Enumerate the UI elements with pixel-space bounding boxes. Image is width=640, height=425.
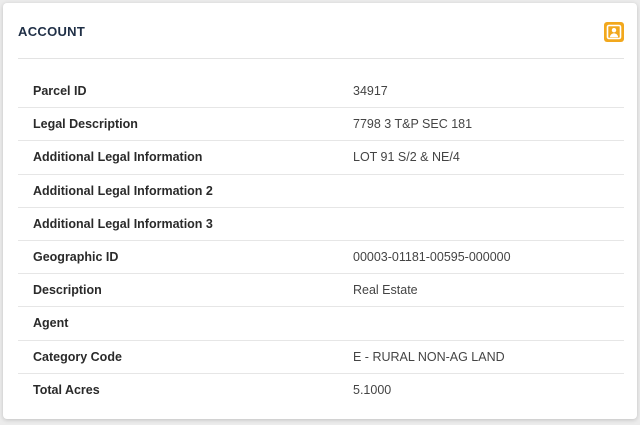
table-row: Agent (18, 307, 624, 341)
row-value: 00003-01181-00595-000000 (353, 249, 511, 264)
row-value: E - RURAL NON-AG LAND (353, 349, 505, 364)
row-label: Additional Legal Information 3 (33, 216, 213, 231)
table-row: Category Code E - RURAL NON-AG LAND (18, 341, 624, 374)
row-label: Category Code (33, 349, 122, 364)
table-row: Additional Legal Information 3 (18, 208, 624, 241)
row-label: Legal Description (33, 117, 138, 132)
row-label: Parcel ID (33, 84, 87, 98)
row-value: LOT 91 S/2 & NE/4 (353, 150, 460, 165)
card-header: ACCOUNT (18, 3, 624, 59)
user-icon[interactable] (604, 22, 624, 42)
table-row: Legal Description 7798 3 T&P SEC 181 (18, 108, 624, 142)
row-label: Total Acres (33, 382, 100, 397)
card-title: ACCOUNT (18, 24, 86, 39)
row-label: Description (33, 283, 102, 298)
row-value: 34917 (353, 84, 388, 98)
table-row: Total Acres 5.1000 (18, 374, 624, 407)
account-details-table: Parcel ID 34917 Legal Description 7798 3… (18, 75, 624, 407)
table-row: Geographic ID 00003-01181-00595-000000 (18, 241, 624, 275)
row-label: Additional Legal Information (33, 150, 203, 165)
row-label: Additional Legal Information 2 (33, 183, 213, 198)
account-card: ACCOUNT Parcel ID 34917 Legal Descriptio… (3, 3, 637, 419)
row-label: Agent (33, 316, 69, 331)
table-row: Description Real Estate (18, 274, 624, 308)
row-value: 5.1000 (353, 382, 392, 397)
row-value: Real Estate (353, 283, 418, 298)
row-label: Geographic ID (33, 249, 119, 264)
table-row: Additional Legal Information 2 (18, 175, 624, 208)
row-value: 7798 3 T&P SEC 181 (353, 117, 473, 132)
table-row: Additional Legal Information LOT 91 S/2 … (18, 141, 624, 175)
table-row: Parcel ID 34917 (18, 75, 624, 109)
